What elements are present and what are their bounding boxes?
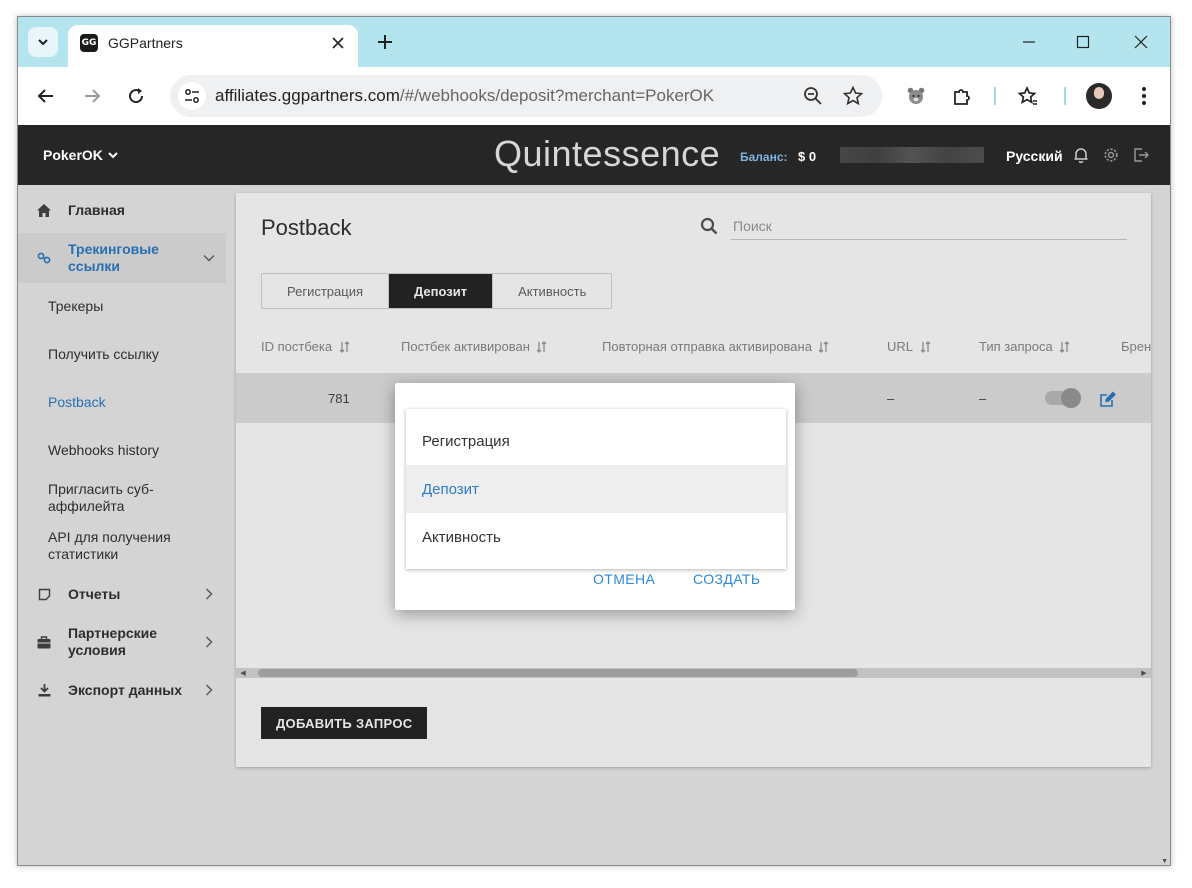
forward-button[interactable] bbox=[78, 82, 106, 110]
plus-icon bbox=[378, 35, 392, 49]
language-select[interactable]: Русский bbox=[1006, 148, 1063, 164]
minimize-button[interactable] bbox=[1016, 29, 1042, 55]
star-list-icon bbox=[1018, 86, 1037, 105]
chevron-down-icon bbox=[38, 39, 48, 46]
logout-icon bbox=[1134, 148, 1149, 162]
gear-icon bbox=[1104, 148, 1118, 162]
zoom-button[interactable] bbox=[800, 83, 826, 109]
option-activity[interactable]: Активность bbox=[406, 513, 786, 561]
site-info-button[interactable] bbox=[178, 82, 206, 110]
tab-title: GGPartners bbox=[108, 35, 183, 51]
logout-button[interactable] bbox=[1132, 146, 1150, 164]
merchant-name: PokerOK bbox=[43, 147, 103, 163]
cancel-button[interactable]: ОТМЕНА bbox=[593, 571, 655, 587]
balance-label: Баланс: bbox=[740, 150, 788, 164]
blurred-account-info bbox=[840, 147, 984, 163]
tab-strip: GG GGPartners bbox=[18, 17, 1170, 67]
zoom-out-icon bbox=[804, 87, 822, 105]
event-type-dropdown: Регистрация Депозит Активность bbox=[406, 409, 786, 569]
url-host: affiliates.ggpartners.com bbox=[215, 86, 400, 105]
favicon-icon: GG bbox=[80, 34, 98, 52]
extension-bear-button[interactable] bbox=[902, 82, 930, 110]
tab-search-button[interactable] bbox=[28, 27, 58, 57]
close-icon bbox=[1134, 35, 1148, 49]
option-registration[interactable]: Регистрация bbox=[406, 417, 786, 465]
brand-logo: Quintessence bbox=[494, 133, 721, 174]
option-deposit[interactable]: Депозит bbox=[406, 465, 786, 513]
browser-window: GG GGPartners affiliates.ggpartners.com/… bbox=[17, 16, 1171, 866]
tune-icon bbox=[185, 89, 199, 103]
close-window-button[interactable] bbox=[1128, 29, 1154, 55]
back-button[interactable] bbox=[32, 82, 60, 110]
more-vertical-icon bbox=[1142, 87, 1146, 105]
merchant-select[interactable]: PokerOK bbox=[43, 147, 119, 163]
browser-tab[interactable]: GG GGPartners bbox=[68, 25, 358, 67]
url-path: /#/webhooks/deposit?merchant=PokerOK bbox=[399, 86, 715, 105]
profile-avatar[interactable] bbox=[1086, 83, 1112, 109]
bell-icon bbox=[1074, 148, 1088, 163]
new-tab-button[interactable] bbox=[373, 30, 397, 54]
toolbar-separator bbox=[1064, 87, 1066, 105]
maximize-button[interactable] bbox=[1070, 29, 1096, 55]
settings-button[interactable] bbox=[1102, 146, 1120, 164]
arrow-right-icon bbox=[85, 89, 101, 103]
create-button[interactable]: СОЗДАТЬ bbox=[693, 571, 760, 587]
tab-close-button[interactable] bbox=[328, 33, 348, 53]
address-bar[interactable]: affiliates.ggpartners.com/#/webhooks/dep… bbox=[170, 75, 882, 117]
browser-menu-button[interactable] bbox=[1130, 82, 1158, 110]
reading-list-button[interactable] bbox=[1014, 82, 1042, 110]
browser-toolbar: affiliates.ggpartners.com/#/webhooks/dep… bbox=[18, 67, 1170, 125]
bookmark-button[interactable] bbox=[840, 83, 866, 109]
create-postback-dialog: Регистрация Депозит Активность ОТМЕНА СО… bbox=[395, 383, 795, 610]
puzzle-icon bbox=[954, 89, 970, 105]
reload-icon bbox=[129, 88, 144, 104]
minimize-icon bbox=[1023, 41, 1035, 43]
arrow-left-icon bbox=[37, 89, 53, 103]
extensions-button[interactable] bbox=[948, 82, 976, 110]
notifications-button[interactable] bbox=[1072, 146, 1090, 164]
star-icon bbox=[843, 86, 863, 106]
balance-value: $ 0 bbox=[798, 149, 817, 164]
close-icon bbox=[332, 37, 344, 49]
toolbar-separator bbox=[994, 87, 996, 105]
bear-icon bbox=[907, 87, 925, 104]
app-header: PokerOK Quintessence Баланс: $ 0 Русский bbox=[18, 125, 1170, 185]
chevron-down-icon bbox=[108, 152, 118, 159]
reload-button[interactable] bbox=[122, 82, 150, 110]
app-viewport: PokerOK Quintessence Баланс: $ 0 Русский bbox=[18, 125, 1170, 865]
maximize-icon bbox=[1076, 35, 1090, 49]
url-text: affiliates.ggpartners.com/#/webhooks/dep… bbox=[215, 86, 714, 106]
